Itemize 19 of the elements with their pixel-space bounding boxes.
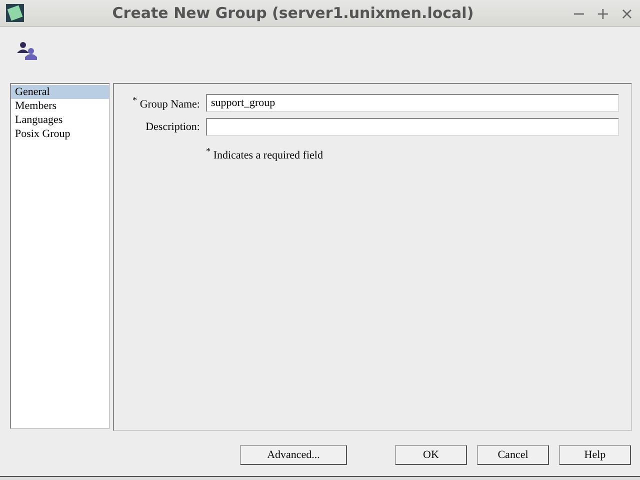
- input-field[interactable]: [206, 118, 619, 136]
- dialog-button[interactable]: Help: [559, 445, 631, 465]
- category-item[interactable]: Members: [11, 99, 109, 113]
- field-label: Description:: [144, 121, 200, 133]
- app-icon: [6, 4, 24, 22]
- dialog-button[interactable]: OK: [395, 445, 467, 465]
- window-control[interactable]: ×: [620, 4, 634, 22]
- input-field[interactable]: support_group: [206, 94, 619, 112]
- required-note: $^{*}$ Indicates a required field: [206, 146, 324, 162]
- category-item[interactable]: Posix Group: [11, 127, 109, 141]
- dialog-button[interactable]: Advanced...: [240, 445, 347, 465]
- field-label: $^{*}$ Group Name:: [131, 95, 200, 111]
- window-title: Create New Group (server1.unixmen.local): [111, 4, 475, 22]
- window-control[interactable]: −: [572, 4, 586, 22]
- category-item[interactable]: General: [11, 85, 109, 99]
- category-item[interactable]: Languages: [11, 113, 109, 127]
- group-icon: [16, 41, 40, 61]
- dialog-button[interactable]: Cancel: [477, 445, 549, 465]
- window-control[interactable]: +: [596, 4, 610, 22]
